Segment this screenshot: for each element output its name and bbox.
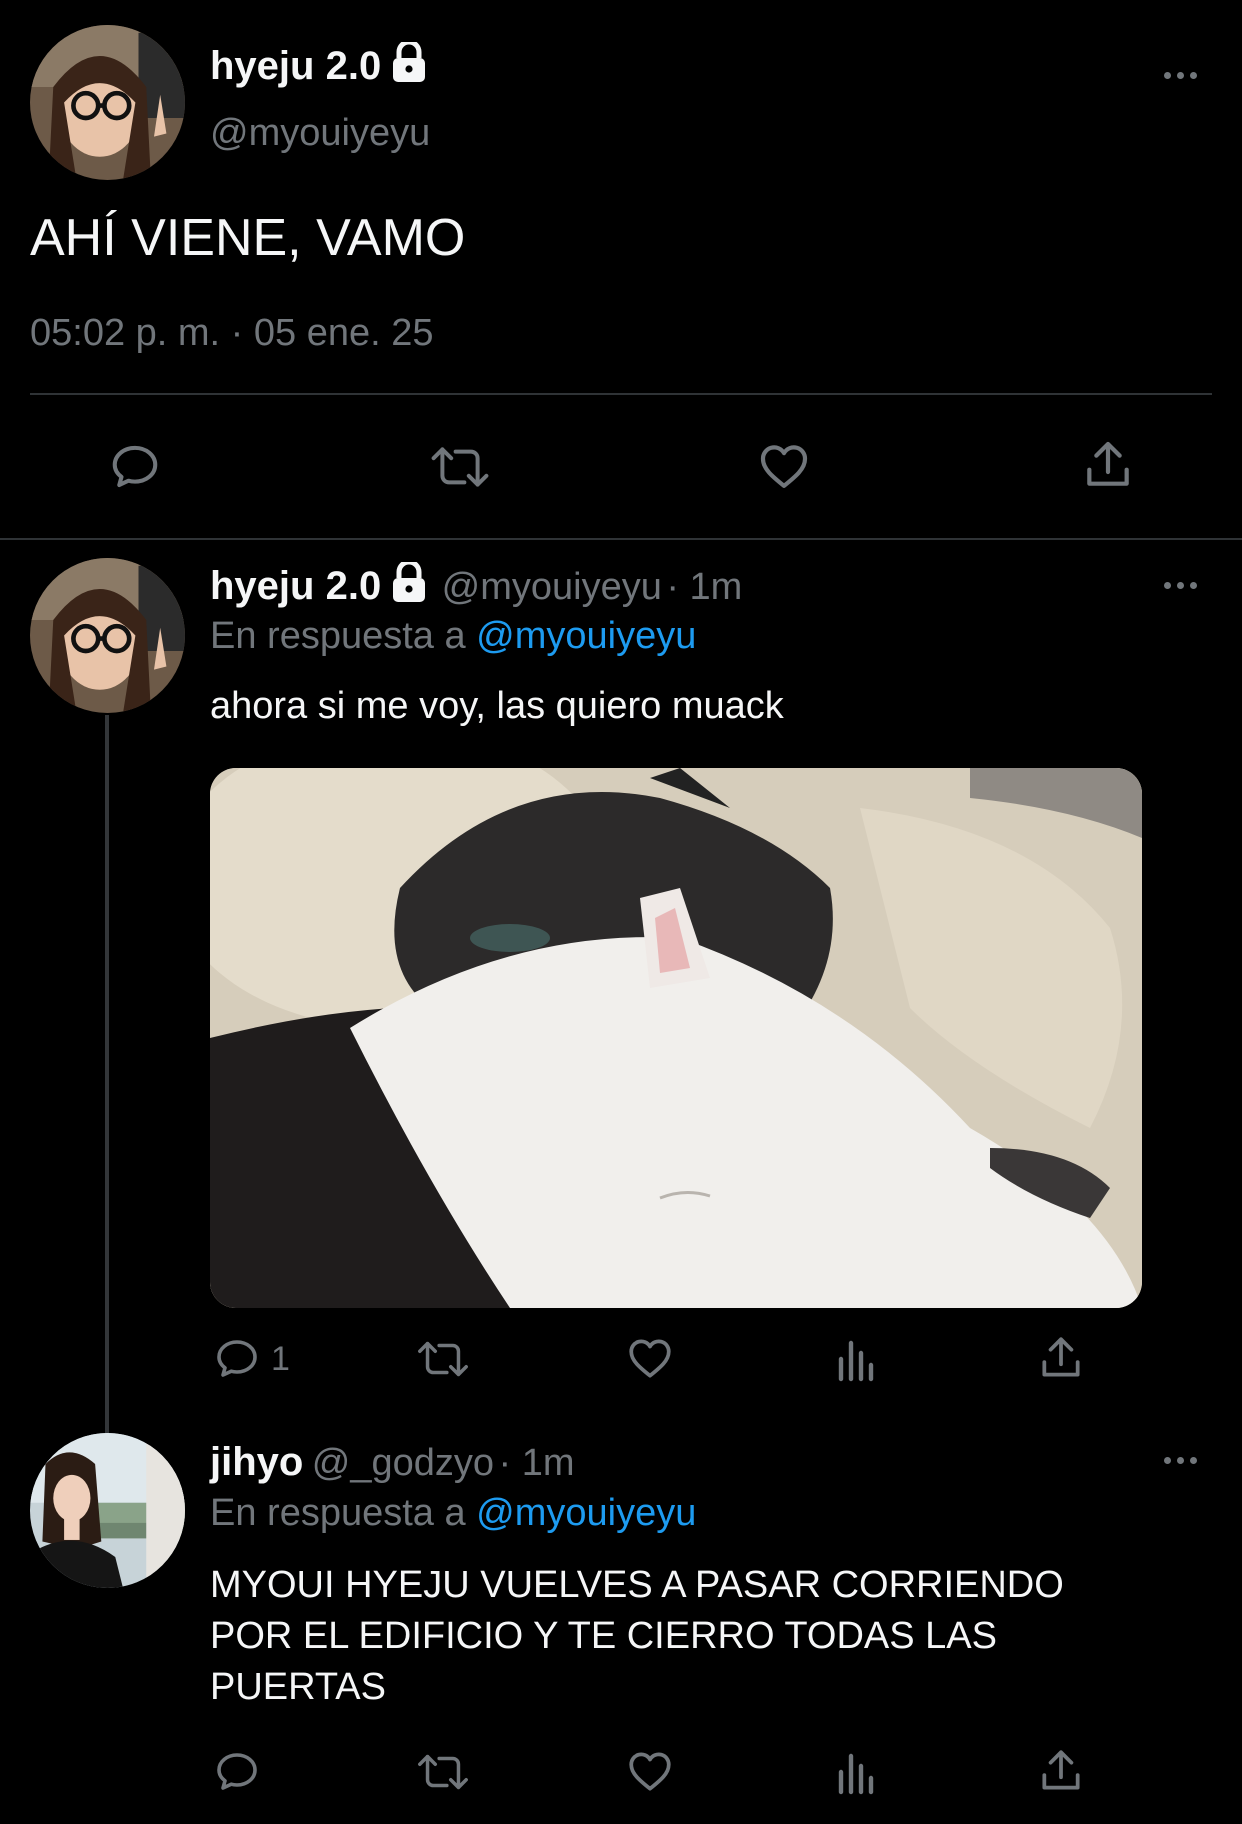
like-button[interactable] xyxy=(625,1746,675,1796)
tweet-text: ahora si me voy, las quiero muack xyxy=(210,685,784,727)
lock-icon xyxy=(391,39,427,87)
display-name[interactable]: hyeju 2.0 xyxy=(210,44,381,88)
handle[interactable]: @myouiyeyu xyxy=(210,112,430,155)
tweet-time: · 1m xyxy=(666,566,743,608)
more-options-icon[interactable] xyxy=(1155,575,1205,595)
divider xyxy=(30,393,1212,395)
avatar-image xyxy=(30,25,185,180)
author-line: hyeju 2.0 xyxy=(210,39,427,89)
thread-line xyxy=(105,715,109,1433)
reply-icon xyxy=(112,445,158,488)
author-line: hyeju 2.0 @myouiyeyu · 1m xyxy=(210,559,743,609)
cats-photo xyxy=(210,768,1142,1308)
tweet-text: MYOUI HYEJU VUELVES A PASAR CORRIENDO PO… xyxy=(210,1560,1064,1713)
avatar-hyeju[interactable] xyxy=(30,25,185,180)
section-divider xyxy=(0,538,1242,540)
retweet-icon xyxy=(418,1754,468,1790)
share-icon xyxy=(1087,441,1129,486)
views-button[interactable] xyxy=(833,1748,877,1796)
avatar-hyeju-reply[interactable] xyxy=(30,558,185,713)
reply-button[interactable] xyxy=(108,440,162,494)
tweet-time: · 1m xyxy=(498,1442,575,1484)
more-options-icon[interactable] xyxy=(1155,1450,1205,1470)
tweet-text-line: MYOUI HYEJU VUELVES A PASAR CORRIENDO xyxy=(210,1564,1064,1606)
analytics-icon xyxy=(838,1753,874,1795)
heart-icon xyxy=(629,1752,671,1791)
reply-icon xyxy=(217,1340,257,1377)
reply-context: En respuesta a @myouiyeyu xyxy=(210,615,696,658)
views-button[interactable] xyxy=(833,1335,877,1383)
lock-icon xyxy=(391,559,427,607)
heart-icon xyxy=(760,445,808,488)
like-button[interactable] xyxy=(625,1333,675,1383)
like-button[interactable] xyxy=(756,438,812,494)
retweet-button[interactable] xyxy=(414,1748,472,1796)
heart-icon xyxy=(629,1339,671,1378)
reply-count: 1 xyxy=(271,1339,290,1378)
more-options-icon[interactable] xyxy=(1155,65,1205,85)
retweet-icon xyxy=(418,1341,468,1377)
avatar-image xyxy=(30,1433,185,1588)
share-icon xyxy=(1042,1750,1080,1790)
reply-button[interactable] xyxy=(213,1748,261,1796)
reply-button[interactable]: 1 xyxy=(213,1335,290,1383)
tweet-photo[interactable] xyxy=(210,768,1142,1308)
retweet-button[interactable] xyxy=(414,1335,472,1383)
share-button[interactable] xyxy=(1036,1746,1086,1796)
avatar-jihyo[interactable] xyxy=(30,1433,185,1588)
share-button[interactable] xyxy=(1080,437,1136,493)
share-button[interactable] xyxy=(1036,1333,1086,1383)
handle[interactable]: @_godzyo xyxy=(312,1442,494,1484)
tweet-text: AHÍ VIENE, VAMO xyxy=(30,209,466,267)
retweet-button[interactable] xyxy=(427,440,493,494)
display-name[interactable]: jihyo xyxy=(210,1440,303,1484)
analytics-icon xyxy=(838,1340,874,1382)
reply-context: En respuesta a @myouiyeyu xyxy=(210,1492,696,1535)
tweet-text-line: PUERTAS xyxy=(210,1666,386,1708)
handle[interactable]: @myouiyeyu xyxy=(442,566,662,608)
display-name[interactable]: hyeju 2.0 xyxy=(210,564,381,608)
reply-icon xyxy=(217,1753,257,1790)
reply-prefix: En respuesta a xyxy=(210,1492,466,1534)
tweet-timestamp: 05:02 p. m. · 05 ene. 25 xyxy=(30,312,434,354)
author-line: jihyo @_godzyo · 1m xyxy=(210,1440,575,1485)
reply-to-link[interactable]: @myouiyeyu xyxy=(476,1492,696,1534)
reply-to-link[interactable]: @myouiyeyu xyxy=(476,615,696,657)
retweet-icon xyxy=(431,447,489,487)
avatar-image xyxy=(30,558,185,713)
reply-prefix: En respuesta a xyxy=(210,615,466,657)
tweet-text-line: POR EL EDIFICIO Y TE CIERRO TODAS LAS xyxy=(210,1615,997,1657)
share-icon xyxy=(1042,1337,1080,1377)
